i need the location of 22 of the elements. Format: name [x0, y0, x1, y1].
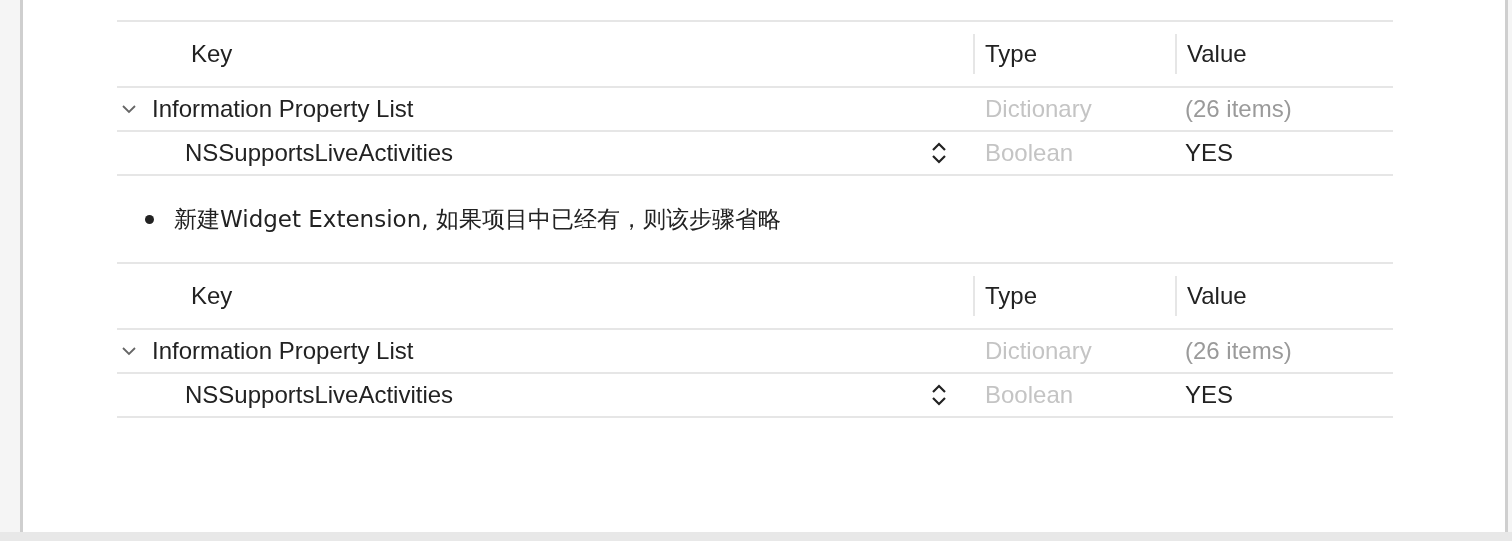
column-header[interactable]: Key	[191, 278, 233, 314]
disclosure-chevron-icon[interactable]	[120, 345, 138, 357]
disclosure-chevron-icon[interactable]	[120, 103, 138, 115]
type-text: Dictionary	[985, 95, 1092, 122]
column-header[interactable]: Value	[1187, 36, 1247, 72]
column-header[interactable]: Key	[191, 36, 233, 72]
value-text: YES	[1185, 381, 1234, 408]
key-text: Information Property List	[152, 94, 414, 124]
column-header[interactable]: Type	[985, 278, 1038, 314]
type-text: Dictionary	[985, 337, 1092, 364]
type-text: Boolean	[985, 381, 1074, 408]
bullet-icon	[145, 214, 154, 224]
column-header[interactable]: Type	[985, 36, 1038, 72]
bullet-text: 新建Widget Extension, 如果项目中已经有，则该步骤省略	[174, 204, 781, 234]
value-text: YES	[1185, 139, 1234, 166]
key-text: Information Property List	[152, 336, 414, 366]
column-header[interactable]: Value	[1187, 278, 1247, 314]
type-text: Boolean	[985, 139, 1074, 166]
value-text: (26 items)	[1185, 337, 1292, 364]
value-text: (26 items)	[1185, 95, 1292, 122]
key-text: NSSupportsLiveActivities	[185, 380, 454, 410]
key-text: NSSupportsLiveActivities	[185, 138, 454, 168]
